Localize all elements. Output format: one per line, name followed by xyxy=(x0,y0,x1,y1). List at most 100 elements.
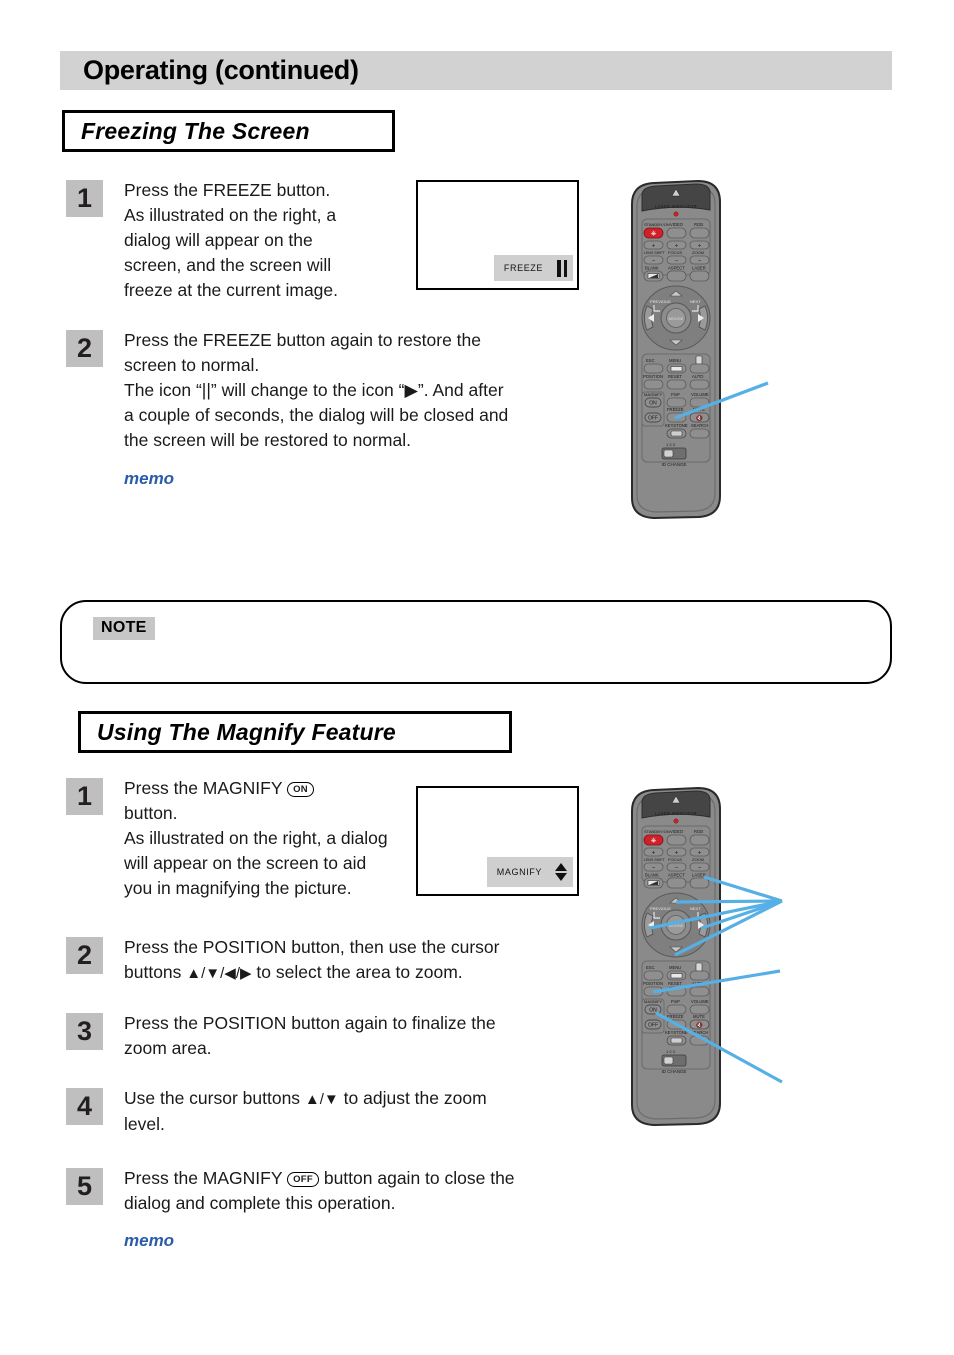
step-text-line: Press the FREEZE button. xyxy=(124,180,331,200)
svg-text:STANDBY/ON: STANDBY/ON xyxy=(644,222,670,227)
svg-text:KEYSTONE: KEYSTONE xyxy=(665,1030,688,1035)
step-text-line: you in magnifying the picture. xyxy=(124,878,352,898)
svg-text:ASPECT: ASPECT xyxy=(668,873,685,878)
svg-text:LENS SHIFT: LENS SHIFT xyxy=(644,858,666,862)
svg-text:LASER INDICATOR: LASER INDICATOR xyxy=(655,811,697,816)
pause-icon xyxy=(557,259,567,277)
step-number-badge: 4 xyxy=(66,1088,103,1125)
svg-text:BLANK: BLANK xyxy=(645,266,659,271)
svg-text:−: − xyxy=(698,865,702,871)
svg-text:PinP: PinP xyxy=(671,999,680,1004)
svg-text:MOUSE: MOUSE xyxy=(669,316,684,321)
svg-text:VIDEO: VIDEO xyxy=(670,829,684,834)
svg-text:−: − xyxy=(698,258,702,264)
svg-text:+: + xyxy=(652,850,656,856)
projected-screen-magnify: MAGNIFY xyxy=(416,786,579,896)
memo-label: memo xyxy=(124,1231,175,1250)
step-number-badge: 5 xyxy=(66,1168,103,1205)
osd-magnify-dialog: MAGNIFY xyxy=(486,857,573,887)
svg-text:+: + xyxy=(675,850,679,856)
step-text-line: buttons ▲/▼/◀/▶ to select the area to zo… xyxy=(124,960,499,986)
svg-text:FOCUS: FOCUS xyxy=(668,250,682,255)
page-header-bar: Operating (continued) xyxy=(60,51,892,90)
step-text: Press the POSITION button again to final… xyxy=(124,1011,496,1061)
section-heading-freezing-the-screen: Freezing The Screen xyxy=(62,110,395,152)
svg-text:PinP: PinP xyxy=(671,392,680,397)
remote-row-menu: ESC MENU xyxy=(643,355,710,374)
svg-text:LASER: LASER xyxy=(692,266,706,271)
svg-text:+: + xyxy=(652,243,656,249)
svg-text:KEYSTONE: KEYSTONE xyxy=(665,423,688,428)
step-text-fragment: to adjust the zoom xyxy=(338,1088,487,1108)
remote-row-adjust: + + + LENS SHIFT FOCUS ZOOM − − − xyxy=(643,847,710,872)
step-text-line: level. xyxy=(124,1114,165,1134)
svg-text:POSITION: POSITION xyxy=(643,981,663,986)
step-text: Press the MAGNIFY OFF button again to cl… xyxy=(124,1166,515,1253)
svg-text:BLANK: BLANK xyxy=(645,873,659,878)
step-text-fragment: Press the MAGNIFY xyxy=(124,778,283,798)
svg-text:PREVIOUS: PREVIOUS xyxy=(650,906,671,911)
step-text: Press the POSITION button, then use the … xyxy=(124,935,499,986)
svg-text:ID CHANGE: ID CHANGE xyxy=(661,462,686,467)
svg-text:MOUSE: MOUSE xyxy=(669,923,684,928)
step-text-line: As illustrated on the right, a dialog xyxy=(124,828,388,848)
svg-text:VIDEO: VIDEO xyxy=(670,222,684,227)
remote-row-power: STANDBY/ON VIDEO RGB ⎈ xyxy=(643,829,710,846)
svg-text:🔇: 🔇 xyxy=(696,414,704,422)
svg-text:+: + xyxy=(675,243,679,249)
step-text-line: zoom area. xyxy=(124,1038,212,1058)
svg-text:−: − xyxy=(652,865,656,871)
svg-text:ZOOM: ZOOM xyxy=(692,250,704,255)
step-text-line: dialog and complete this operation. xyxy=(124,1193,396,1213)
svg-text:−: − xyxy=(675,865,679,871)
page-title: Operating (continued) xyxy=(83,55,359,85)
step-text-line: screen to normal. xyxy=(124,355,260,375)
step-text-line: Press the POSITION button again to final… xyxy=(124,1013,496,1033)
svg-text:NEXT: NEXT xyxy=(690,299,701,304)
svg-text:ASPECT: ASPECT xyxy=(668,266,685,271)
svg-text:−: − xyxy=(652,258,656,264)
remote-row-power: STANDBY/ON VIDEO RGB ⎈ xyxy=(643,222,710,239)
remote-row-position: POSITION RESET AUTO xyxy=(643,374,710,390)
remote-row-menu: ESC MENU xyxy=(643,962,710,981)
step-text-line: a couple of seconds, the dialog will be … xyxy=(124,405,509,425)
magnify-off-badge: OFF xyxy=(287,1172,319,1187)
remote-row-misc: BLANK ASPECT LASER xyxy=(643,266,710,282)
remote-row-adjust: + + + LENS SHIFT FOCUS ZOOM − − − xyxy=(643,240,710,265)
step-number-badge: 2 xyxy=(66,330,103,367)
step-text-line: screen, and the screen will xyxy=(124,255,332,275)
step-text: Press the MAGNIFY ON button. As illustra… xyxy=(124,776,388,901)
svg-text:MAGNIFY: MAGNIFY xyxy=(644,392,663,397)
svg-text:AUTO: AUTO xyxy=(692,981,704,986)
step-number-badge: 1 xyxy=(66,180,103,217)
svg-text:ON: ON xyxy=(649,1008,657,1014)
remote-row-misc: BLANK ASPECT LASER xyxy=(643,873,710,889)
projected-screen-freeze: FREEZE xyxy=(416,180,579,290)
svg-text:VOLUME: VOLUME xyxy=(691,999,709,1004)
step-text-line: the screen will be restored to normal. xyxy=(124,430,411,450)
svg-text:ID CHANGE: ID CHANGE xyxy=(661,1069,686,1074)
step-text-line: will appear on the screen to aid xyxy=(124,853,367,873)
remote-navigation-pad: MOUSE PREVIOUS NEXT xyxy=(641,892,711,958)
step-text-line: As illustrated on the right, a xyxy=(124,205,337,225)
svg-text:ESC: ESC xyxy=(646,965,655,970)
svg-text:LASER: LASER xyxy=(692,873,706,878)
note-label: NOTE xyxy=(93,617,155,640)
step-text: Press the FREEZE button again to restore… xyxy=(124,328,508,491)
svg-text:MENU: MENU xyxy=(669,358,681,363)
remote-position-button xyxy=(643,986,664,997)
svg-text:NEXT: NEXT xyxy=(690,906,701,911)
step-number-badge: 3 xyxy=(66,1013,103,1050)
svg-text:RESET: RESET xyxy=(668,374,682,379)
step-text-line: Press the MAGNIFY ON xyxy=(124,776,388,801)
svg-text:SEARCH: SEARCH xyxy=(691,423,708,428)
svg-text:+: + xyxy=(698,243,702,249)
svg-text:POSITION: POSITION xyxy=(643,374,663,379)
svg-text:1 2 3: 1 2 3 xyxy=(666,442,676,447)
section-heading-label: Freezing The Screen xyxy=(81,117,310,144)
remote-freeze-button xyxy=(666,412,687,423)
svg-text:RGB: RGB xyxy=(694,829,703,834)
step-text-line: freeze at the current image. xyxy=(124,280,338,300)
svg-text:MAGNIFY: MAGNIFY xyxy=(644,999,663,1004)
svg-text:SEARCH: SEARCH xyxy=(691,1030,708,1035)
